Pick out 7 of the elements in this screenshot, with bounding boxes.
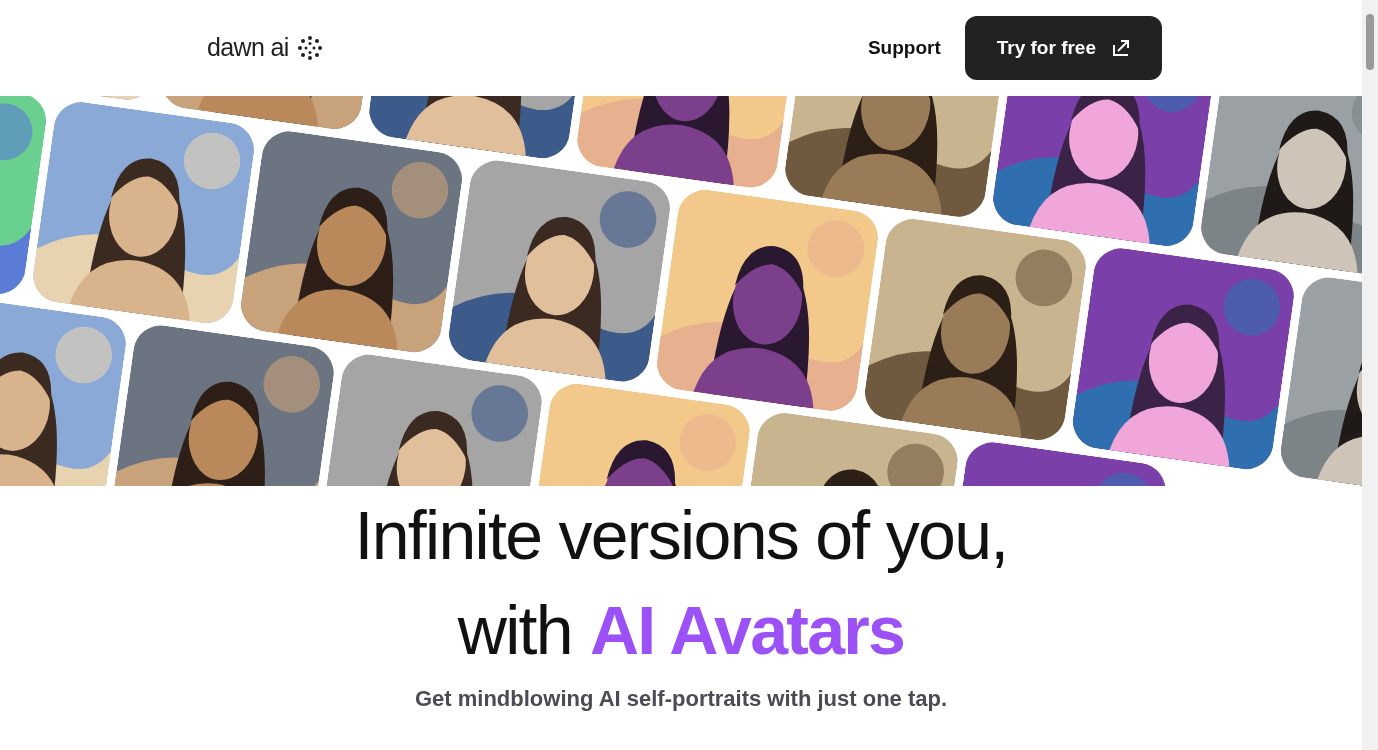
headline-accent: AI Avatars [589,591,905,670]
support-link[interactable]: Support [867,33,941,63]
logo-text[interactable]: dawn ai [207,29,289,67]
subtitle: Get mindblowing AI self-portraits with just one tap. [414,685,948,713]
headline: with [457,591,572,670]
try-for-free-button[interactable]: Try for free [964,16,1162,80]
headline: Infinite versions of you, [354,496,1008,575]
